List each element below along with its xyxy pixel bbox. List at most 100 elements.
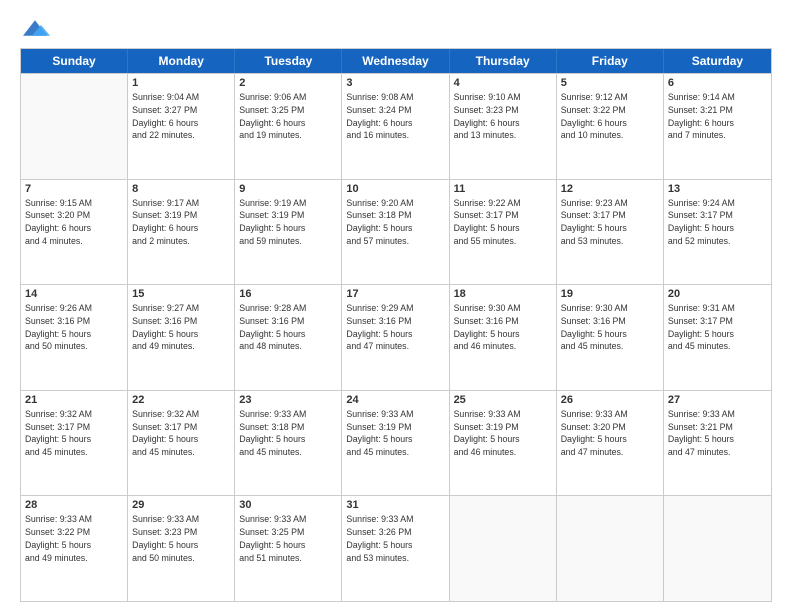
calendar-cell: 10Sunrise: 9:20 AM Sunset: 3:18 PM Dayli… [342,180,449,285]
calendar-cell: 22Sunrise: 9:32 AM Sunset: 3:17 PM Dayli… [128,391,235,496]
day-number: 26 [561,394,659,406]
calendar-cell: 6 Sunrise: 9:14 AM Sunset: 3:21 PM Daylig… [664,74,771,179]
day-number: 21 [25,394,123,406]
day-info: Sunrise: 9:33 AM Sunset: 3:21 PM Dayligh… [668,408,767,459]
day-number: 30 [239,499,337,511]
day-info: Sunrise: 9:27 AM Sunset: 3:16 PM Dayligh… [132,302,230,353]
weekday-header: Friday [557,49,664,73]
calendar-cell: 11 Sunrise: 9:22 AM Sunset: 3:17 PM Dayli… [450,180,557,285]
day-number: 25 [454,394,552,406]
day-info: Sunrise: 9:24 AM Sunset: 3:17 PM Dayligh… [668,197,767,248]
day-number: 13 [668,183,767,195]
day-info: Sunrise: 9:29 AM Sunset: 3:16 PM Dayligh… [346,302,444,353]
calendar-cell: 2Sunrise: 9:06 AM Sunset: 3:25 PM Daylig… [235,74,342,179]
calendar-cell: 15 Sunrise: 9:27 AM Sunset: 3:16 PM Dayli… [128,285,235,390]
day-info: Sunrise: 9:33 AM Sunset: 3:19 PM Dayligh… [346,408,444,459]
calendar-cell: 7 Sunrise: 9:15 AM Sunset: 3:20 PM Daylig… [21,180,128,285]
day-number: 11 [454,183,552,195]
calendar-row: 21Sunrise: 9:32 AM Sunset: 3:17 PM Dayli… [21,390,771,496]
day-number: 16 [239,288,337,300]
day-info: Sunrise: 9:33 AM Sunset: 3:22 PM Dayligh… [25,513,123,564]
day-number: 23 [239,394,337,406]
logo [20,18,50,40]
calendar-cell: 5Sunrise: 9:12 AM Sunset: 3:22 PM Daylig… [557,74,664,179]
day-number: 8 [132,183,230,195]
calendar-header: SundayMondayTuesdayWednesdayThursdayFrid… [21,49,771,73]
calendar-cell: 18 Sunrise: 9:30 AM Sunset: 3:16 PM Dayli… [450,285,557,390]
calendar-cell: 3 Sunrise: 9:08 AM Sunset: 3:24 PM Daylig… [342,74,449,179]
weekday-header: Thursday [450,49,557,73]
day-number: 22 [132,394,230,406]
day-number: 31 [346,499,444,511]
calendar-row: 1 Sunrise: 9:04 AM Sunset: 3:27 PM Daylig… [21,73,771,179]
day-number: 29 [132,499,230,511]
day-number: 28 [25,499,123,511]
day-number: 17 [346,288,444,300]
day-number: 9 [239,183,337,195]
calendar-cell: 29 Sunrise: 9:33 AM Sunset: 3:23 PM Dayli… [128,496,235,601]
calendar-body: 1 Sunrise: 9:04 AM Sunset: 3:27 PM Daylig… [21,73,771,601]
day-info: Sunrise: 9:30 AM Sunset: 3:16 PM Dayligh… [454,302,552,353]
calendar-cell [21,74,128,179]
day-info: Sunrise: 9:14 AM Sunset: 3:21 PM Dayligh… [668,91,767,142]
calendar-row: 28 Sunrise: 9:33 AM Sunset: 3:22 PM Dayli… [21,495,771,601]
calendar-cell: 14Sunrise: 9:26 AM Sunset: 3:16 PM Dayli… [21,285,128,390]
day-number: 3 [346,77,444,89]
calendar-cell: 24 Sunrise: 9:33 AM Sunset: 3:19 PM Dayli… [342,391,449,496]
day-info: Sunrise: 9:19 AM Sunset: 3:19 PM Dayligh… [239,197,337,248]
day-info: Sunrise: 9:33 AM Sunset: 3:23 PM Dayligh… [132,513,230,564]
day-number: 12 [561,183,659,195]
calendar-row: 7 Sunrise: 9:15 AM Sunset: 3:20 PM Daylig… [21,179,771,285]
day-number: 14 [25,288,123,300]
calendar-cell [664,496,771,601]
calendar-cell: 8 Sunrise: 9:17 AM Sunset: 3:19 PM Daylig… [128,180,235,285]
calendar-cell: 23 Sunrise: 9:33 AM Sunset: 3:18 PM Dayli… [235,391,342,496]
weekday-header: Tuesday [235,49,342,73]
day-info: Sunrise: 9:15 AM Sunset: 3:20 PM Dayligh… [25,197,123,248]
calendar-row: 14Sunrise: 9:26 AM Sunset: 3:16 PM Dayli… [21,284,771,390]
calendar-cell [557,496,664,601]
calendar-cell: 25 Sunrise: 9:33 AM Sunset: 3:19 PM Dayli… [450,391,557,496]
calendar-cell: 31 Sunrise: 9:33 AM Sunset: 3:26 PM Dayli… [342,496,449,601]
day-number: 15 [132,288,230,300]
day-number: 6 [668,77,767,89]
weekday-header: Wednesday [342,49,449,73]
day-number: 24 [346,394,444,406]
calendar-cell [450,496,557,601]
calendar-cell: 13 Sunrise: 9:24 AM Sunset: 3:17 PM Dayli… [664,180,771,285]
day-info: Sunrise: 9:12 AM Sunset: 3:22 PM Dayligh… [561,91,659,142]
day-info: Sunrise: 9:33 AM Sunset: 3:18 PM Dayligh… [239,408,337,459]
calendar-cell: 12 Sunrise: 9:23 AM Sunset: 3:17 PM Dayli… [557,180,664,285]
day-number: 19 [561,288,659,300]
calendar-cell: 28 Sunrise: 9:33 AM Sunset: 3:22 PM Dayli… [21,496,128,601]
day-info: Sunrise: 9:28 AM Sunset: 3:16 PM Dayligh… [239,302,337,353]
calendar-cell: 9 Sunrise: 9:19 AM Sunset: 3:19 PM Daylig… [235,180,342,285]
day-info: Sunrise: 9:10 AM Sunset: 3:23 PM Dayligh… [454,91,552,142]
day-info: Sunrise: 9:33 AM Sunset: 3:26 PM Dayligh… [346,513,444,564]
day-number: 18 [454,288,552,300]
day-info: Sunrise: 9:31 AM Sunset: 3:17 PM Dayligh… [668,302,767,353]
day-info: Sunrise: 9:33 AM Sunset: 3:20 PM Dayligh… [561,408,659,459]
calendar-cell: 20Sunrise: 9:31 AM Sunset: 3:17 PM Dayli… [664,285,771,390]
calendar: SundayMondayTuesdayWednesdayThursdayFrid… [20,48,772,602]
weekday-header: Sunday [21,49,128,73]
day-info: Sunrise: 9:33 AM Sunset: 3:19 PM Dayligh… [454,408,552,459]
weekday-header: Monday [128,49,235,73]
calendar-cell: 21Sunrise: 9:32 AM Sunset: 3:17 PM Dayli… [21,391,128,496]
day-info: Sunrise: 9:33 AM Sunset: 3:25 PM Dayligh… [239,513,337,564]
day-number: 7 [25,183,123,195]
day-info: Sunrise: 9:17 AM Sunset: 3:19 PM Dayligh… [132,197,230,248]
day-info: Sunrise: 9:22 AM Sunset: 3:17 PM Dayligh… [454,197,552,248]
calendar-cell: 4 Sunrise: 9:10 AM Sunset: 3:23 PM Daylig… [450,74,557,179]
calendar-cell: 30 Sunrise: 9:33 AM Sunset: 3:25 PM Dayli… [235,496,342,601]
day-number: 27 [668,394,767,406]
day-number: 4 [454,77,552,89]
logo-icon [20,18,50,38]
day-number: 1 [132,77,230,89]
day-number: 10 [346,183,444,195]
calendar-cell: 26 Sunrise: 9:33 AM Sunset: 3:20 PM Dayli… [557,391,664,496]
day-info: Sunrise: 9:08 AM Sunset: 3:24 PM Dayligh… [346,91,444,142]
calendar-cell: 19Sunrise: 9:30 AM Sunset: 3:16 PM Dayli… [557,285,664,390]
day-info: Sunrise: 9:04 AM Sunset: 3:27 PM Dayligh… [132,91,230,142]
day-info: Sunrise: 9:23 AM Sunset: 3:17 PM Dayligh… [561,197,659,248]
